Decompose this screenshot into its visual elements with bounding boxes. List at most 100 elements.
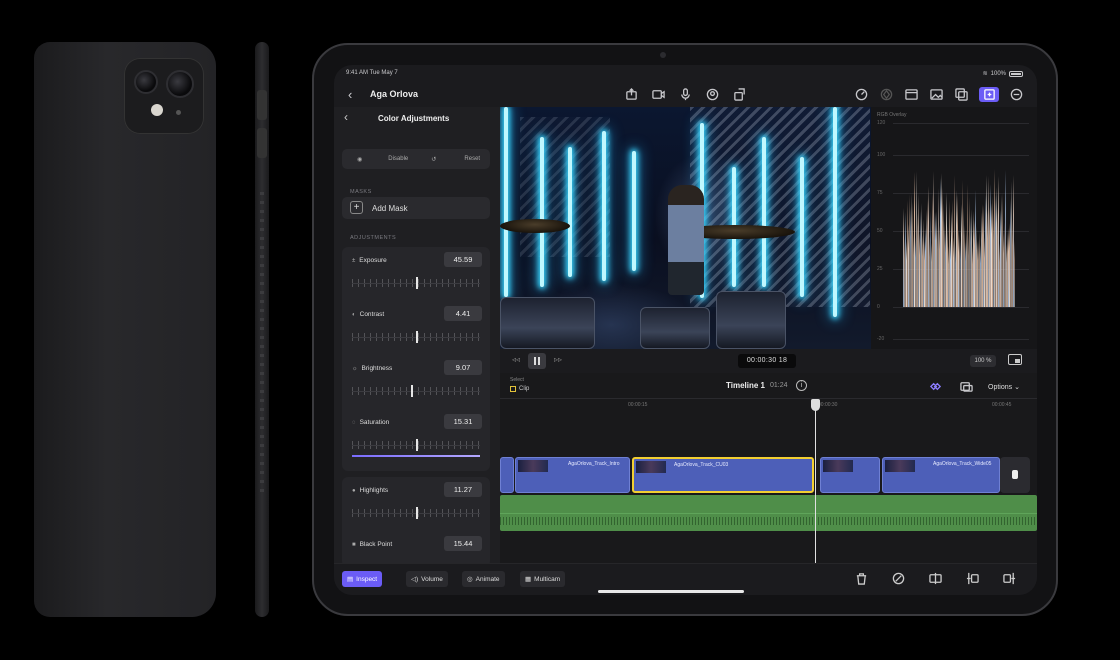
more-icon[interactable]	[1009, 87, 1024, 102]
saturation-value-field[interactable]: 15.31	[444, 414, 482, 429]
trim-start-icon[interactable]	[965, 571, 980, 586]
foil-backdrop	[690, 107, 870, 307]
brightness-value-field[interactable]: 9.07	[444, 360, 482, 375]
project-title: Aga Orlova	[370, 89, 419, 99]
neon-tube	[833, 107, 837, 317]
scope-plot: 120 100 75 50 25 0 -20	[877, 120, 1029, 342]
neon-tube	[632, 151, 636, 271]
saturation-slider-handle[interactable]	[416, 439, 418, 451]
speaker-grill	[260, 192, 264, 492]
disable-icon[interactable]	[891, 571, 906, 586]
trim-end-icon[interactable]	[1002, 571, 1017, 586]
inspector-header: ‹ Color Adjustments	[334, 107, 500, 129]
multicam-icon: ▦	[525, 576, 532, 583]
browser-icon[interactable]	[954, 87, 969, 102]
playhead[interactable]	[811, 399, 820, 563]
skip-back-icon[interactable]: ◃◃	[512, 355, 520, 364]
battery-icon	[1009, 70, 1023, 77]
export-icon[interactable]	[624, 87, 639, 102]
add-mask-button[interactable]: + Add Mask	[342, 197, 490, 219]
multicam-button[interactable]: ▦ Multicam	[520, 571, 566, 587]
scope-trace	[1014, 240, 1015, 307]
flash-icon	[151, 104, 163, 116]
adjustment-row-exposure: ± Exposure 45.59	[342, 249, 490, 303]
voiceover-icon[interactable]	[705, 87, 720, 102]
timeline: Select Clip Timeline 1 01:24 i Options ⌄…	[500, 373, 1037, 563]
share-icon[interactable]	[732, 87, 747, 102]
speaker-icon: ◁)	[411, 576, 419, 583]
add-clip-handle[interactable]	[1000, 457, 1030, 493]
neon-tube	[800, 157, 804, 297]
clip-thumbnail	[636, 461, 666, 473]
video-clip[interactable]: AgaOrlova_Track_Wide05	[882, 457, 1000, 493]
toolbar-center-group	[624, 87, 747, 102]
video-viewer[interactable]	[500, 107, 871, 349]
animate-button[interactable]: ◎ Animate	[462, 571, 505, 587]
brightness-slider-handle[interactable]	[410, 385, 413, 397]
timeline-header: Select Clip Timeline 1 01:24 i Options ⌄	[500, 373, 1037, 399]
highlights-value-field[interactable]: 11.27	[444, 482, 482, 497]
inspect-button[interactable]: ▤ Inspect	[342, 571, 383, 587]
inspector-icon[interactable]	[979, 87, 999, 102]
info-icon[interactable]: i	[796, 380, 807, 391]
keyframe-icon[interactable]	[879, 87, 894, 102]
top-toolbar: ‹ Aga Orlova	[334, 83, 1037, 107]
home-indicator	[598, 590, 744, 593]
speed-icon[interactable]	[854, 87, 869, 102]
selection-label: Select	[510, 377, 524, 383]
picture-in-picture-icon[interactable]	[1008, 354, 1022, 365]
camera-icon[interactable]	[651, 87, 666, 102]
audio-skimming-icon[interactable]	[959, 379, 974, 394]
microphone-icon[interactable]	[678, 87, 693, 102]
video-clip-selected[interactable]: AgaOrlova_Track_CU03	[632, 457, 814, 493]
inspector-back-chevron-icon[interactable]: ‹	[344, 110, 348, 124]
adjustments-section-label: ADJUSTMENTS	[350, 235, 397, 241]
adjustment-label: Black Point	[359, 541, 393, 548]
scope-tick-label: 50	[877, 228, 883, 234]
ipad-back	[34, 42, 216, 617]
timeline-ruler[interactable]: 00:00:15 00:00:30 00:00:45	[500, 399, 1037, 411]
brightness-slider[interactable]	[352, 387, 480, 395]
saturation-gradient	[352, 455, 480, 457]
pause-button[interactable]	[528, 353, 546, 369]
neon-tube	[568, 147, 572, 277]
drum	[640, 307, 710, 349]
photos-icon[interactable]	[929, 87, 944, 102]
exposure-value-field[interactable]: 45.59	[444, 252, 482, 267]
adjustment-label: Exposure	[359, 257, 387, 264]
viewer-zoom[interactable]: 100 %	[970, 355, 996, 367]
audio-clip[interactable]	[500, 495, 1037, 531]
video-clip[interactable]	[500, 457, 514, 493]
volume-button[interactable]: ◁) Volume	[406, 571, 448, 587]
neon-tube	[762, 137, 766, 287]
contrast-slider-handle[interactable]	[416, 331, 418, 343]
drum	[716, 291, 786, 349]
contrast-icon: ◐	[352, 311, 356, 318]
video-clip[interactable]	[820, 457, 880, 493]
inspect-icon: ▤	[347, 576, 354, 583]
viewer-layout-icon[interactable]	[904, 87, 919, 102]
options-menu[interactable]: Options ⌄	[988, 383, 1020, 391]
adjustment-label: Brightness	[361, 365, 393, 372]
adjustment-label: Contrast	[359, 311, 385, 318]
exposure-icon: ±	[352, 257, 356, 264]
exposure-slider-handle[interactable]	[416, 277, 418, 289]
black-point-value-field[interactable]: 15.44	[444, 536, 482, 551]
back-chevron-icon[interactable]: ‹	[348, 87, 352, 102]
front-camera-icon	[660, 52, 666, 58]
skip-forward-icon[interactable]: ▹▹	[554, 355, 562, 364]
scope-tick-label: 25	[877, 266, 883, 272]
video-clip[interactable]: AgaOrlova_Track_Intro	[515, 457, 630, 493]
contrast-value-field[interactable]: 4.41	[444, 306, 482, 321]
reset-button[interactable]: ↺ Reset	[416, 149, 490, 169]
video-track: AgaOrlova_Track_Intro AgaOrlova_Track_CU…	[500, 457, 1037, 493]
camera-lens-icon	[166, 70, 194, 98]
split-icon[interactable]	[928, 571, 943, 586]
neon-tube	[602, 131, 606, 281]
snapping-icon[interactable]	[925, 379, 945, 394]
disable-button[interactable]: ◉ Disable	[342, 149, 416, 169]
status-battery: ≋ 100%	[983, 70, 1023, 77]
highlights-slider-handle[interactable]	[416, 507, 418, 519]
trash-icon[interactable]	[854, 571, 869, 586]
foil-backdrop	[520, 117, 610, 257]
